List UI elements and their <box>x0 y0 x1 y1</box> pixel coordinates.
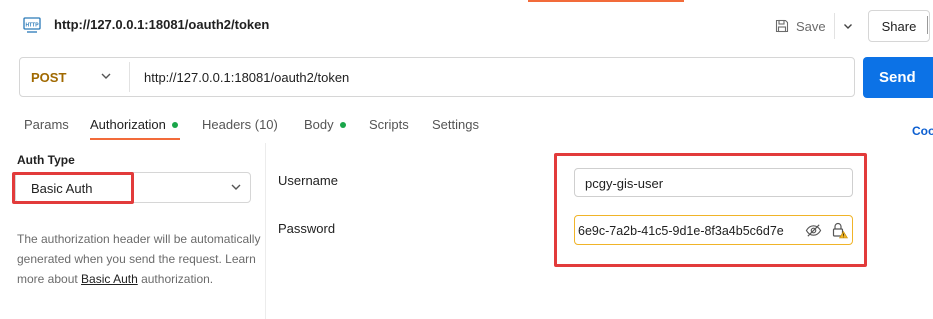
auth-description: The authorization header will be automat… <box>17 232 261 286</box>
chevron-down-icon[interactable] <box>99 69 113 83</box>
chevron-down-icon[interactable] <box>229 180 243 194</box>
panel-divider <box>265 143 266 319</box>
tab-scripts[interactable]: Scripts <box>369 117 409 132</box>
tab-settings[interactable]: Settings <box>432 117 479 132</box>
request-title[interactable]: http://127.0.0.1:18081/oauth2/token <box>54 17 269 32</box>
method-select[interactable]: POST <box>31 70 66 85</box>
send-button[interactable]: Send <box>863 57 933 98</box>
divider <box>129 62 130 92</box>
status-dot <box>171 121 178 128</box>
chevron-down-icon <box>844 24 852 29</box>
tab-body[interactable]: Body <box>304 117 346 132</box>
active-tab-indicator <box>90 138 180 140</box>
username-label: Username <box>278 173 338 188</box>
save-options-button[interactable] <box>838 14 858 38</box>
divider <box>834 13 835 39</box>
password-label: Password <box>278 221 336 236</box>
cookies-link[interactable]: Coo <box>912 124 933 138</box>
basic-auth-link[interactable]: Basic Auth <box>81 272 138 286</box>
highlight-box <box>554 153 867 267</box>
active-tab-accent <box>528 0 684 2</box>
http-icon: HTTP <box>23 16 41 34</box>
share-button[interactable]: Share <box>868 10 930 42</box>
tab-params[interactable]: Params <box>24 117 69 132</box>
save-label: Save <box>796 18 826 34</box>
svg-text:HTTP: HTTP <box>25 23 39 29</box>
save-icon <box>775 19 789 33</box>
tab-headers[interactable]: Headers (10) <box>202 117 278 132</box>
auth-type-label: Auth Type <box>17 153 75 167</box>
status-dot <box>339 121 346 128</box>
highlight-box <box>12 172 134 204</box>
url-input[interactable]: http://127.0.0.1:18081/oauth2/token <box>144 70 349 85</box>
divider <box>927 16 928 34</box>
save-button[interactable]: Save <box>774 14 832 38</box>
tab-authorization[interactable]: Authorization <box>90 117 178 132</box>
